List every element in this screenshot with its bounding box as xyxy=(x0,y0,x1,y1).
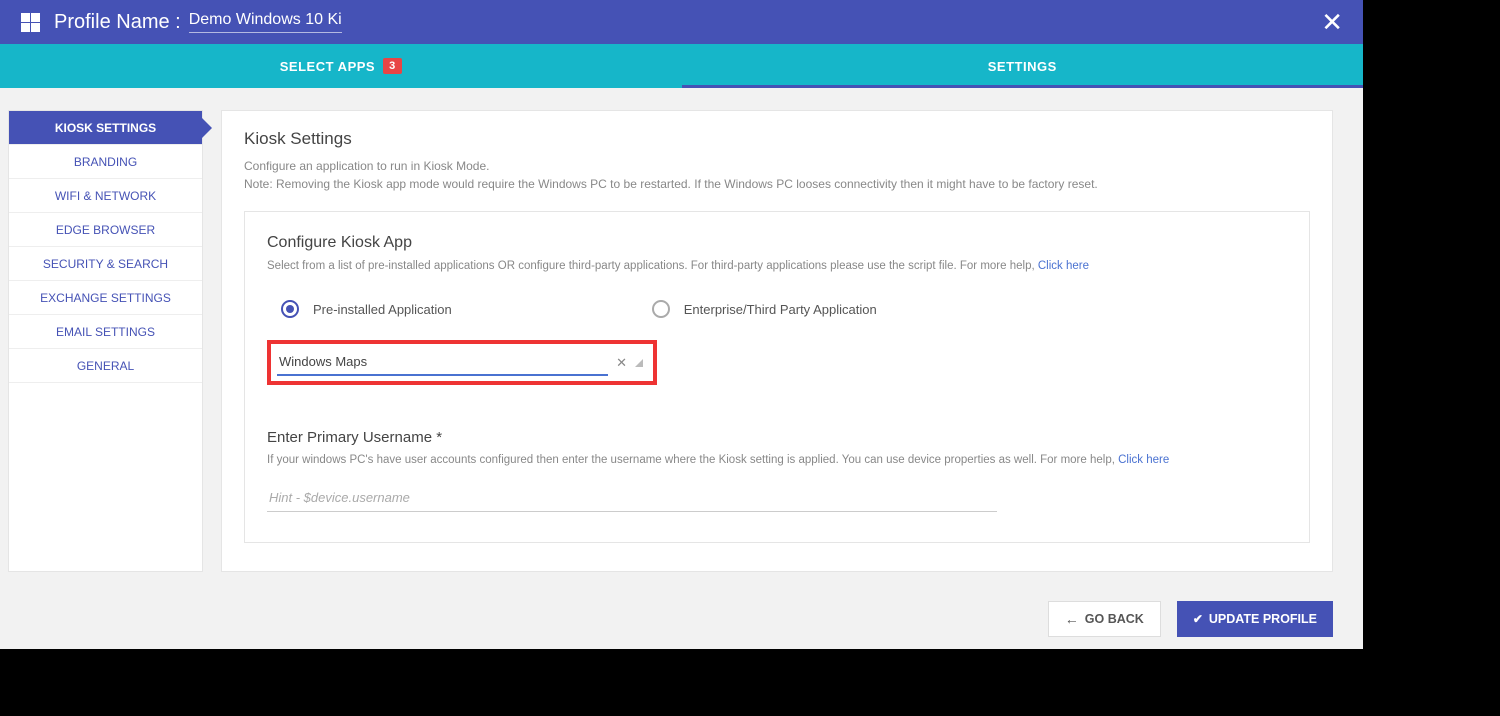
radio-label: Enterprise/Third Party Application xyxy=(684,302,877,317)
radio-icon xyxy=(281,300,299,318)
page-desc-1: Configure an application to run in Kiosk… xyxy=(244,157,1310,175)
tab-label: SETTINGS xyxy=(988,59,1057,74)
username-input[interactable] xyxy=(267,484,997,512)
clear-icon[interactable]: ✕ xyxy=(616,355,627,371)
badge-count: 3 xyxy=(383,58,402,74)
radio-icon xyxy=(652,300,670,318)
configure-kiosk-card: Configure Kiosk App Select from a list o… xyxy=(244,211,1310,543)
click-here-link-2[interactable]: Click here xyxy=(1118,454,1169,466)
profile-name-input[interactable]: Demo Windows 10 Ki xyxy=(189,11,342,33)
card-title: Configure Kiosk App xyxy=(267,234,1287,252)
app-select-input[interactable] xyxy=(277,349,608,376)
update-profile-button[interactable]: UPDATE PROFILE xyxy=(1177,601,1333,637)
sidebar-item-general[interactable]: GENERAL xyxy=(9,349,202,383)
arrow-left-icon xyxy=(1065,611,1079,627)
click-here-link[interactable]: Click here xyxy=(1038,260,1089,272)
page-title: Kiosk Settings xyxy=(244,129,1310,149)
page-desc-2: Note: Removing the Kiosk app mode would … xyxy=(244,175,1310,193)
sidebar-item-security-search[interactable]: SECURITY & SEARCH xyxy=(9,247,202,281)
main-panel: Kiosk Settings Configure an application … xyxy=(221,110,1333,572)
dropdown-icon[interactable] xyxy=(635,359,643,367)
sidebar: KIOSK SETTINGS BRANDING WIFI & NETWORK E… xyxy=(8,110,203,572)
username-title: Enter Primary Username * xyxy=(267,429,1287,446)
sidebar-item-email-settings[interactable]: EMAIL SETTINGS xyxy=(9,315,202,349)
go-back-button[interactable]: GO BACK xyxy=(1048,601,1161,637)
sidebar-item-exchange-settings[interactable]: EXCHANGE SETTINGS xyxy=(9,281,202,315)
username-desc: If your windows PC's have user accounts … xyxy=(267,454,1287,466)
sidebar-item-kiosk-settings[interactable]: KIOSK SETTINGS xyxy=(9,111,202,145)
radio-preinstalled[interactable]: Pre-installed Application xyxy=(281,300,452,318)
header: Profile Name : Demo Windows 10 Ki ✕ xyxy=(0,0,1363,44)
app-select-highlight: ✕ xyxy=(267,340,657,385)
check-icon xyxy=(1193,612,1203,626)
sidebar-item-branding[interactable]: BRANDING xyxy=(9,145,202,179)
footer: GO BACK UPDATE PROFILE xyxy=(1048,601,1333,637)
tab-label: SELECT APPS xyxy=(280,59,375,74)
sidebar-item-wifi-network[interactable]: WIFI & NETWORK xyxy=(9,179,202,213)
radio-label: Pre-installed Application xyxy=(313,302,452,317)
card-desc: Select from a list of pre-installed appl… xyxy=(267,260,1287,272)
tab-bar: SELECT APPS 3 SETTINGS xyxy=(0,44,1363,88)
radio-group: Pre-installed Application Enterprise/Thi… xyxy=(267,300,1287,318)
windows-icon xyxy=(20,12,40,32)
profile-name-label: Profile Name : xyxy=(54,11,181,34)
tab-settings[interactable]: SETTINGS xyxy=(682,44,1364,88)
tab-select-apps[interactable]: SELECT APPS 3 xyxy=(0,44,682,88)
sidebar-item-edge-browser[interactable]: EDGE BROWSER xyxy=(9,213,202,247)
close-icon[interactable]: ✕ xyxy=(1321,9,1343,35)
radio-enterprise[interactable]: Enterprise/Third Party Application xyxy=(652,300,877,318)
